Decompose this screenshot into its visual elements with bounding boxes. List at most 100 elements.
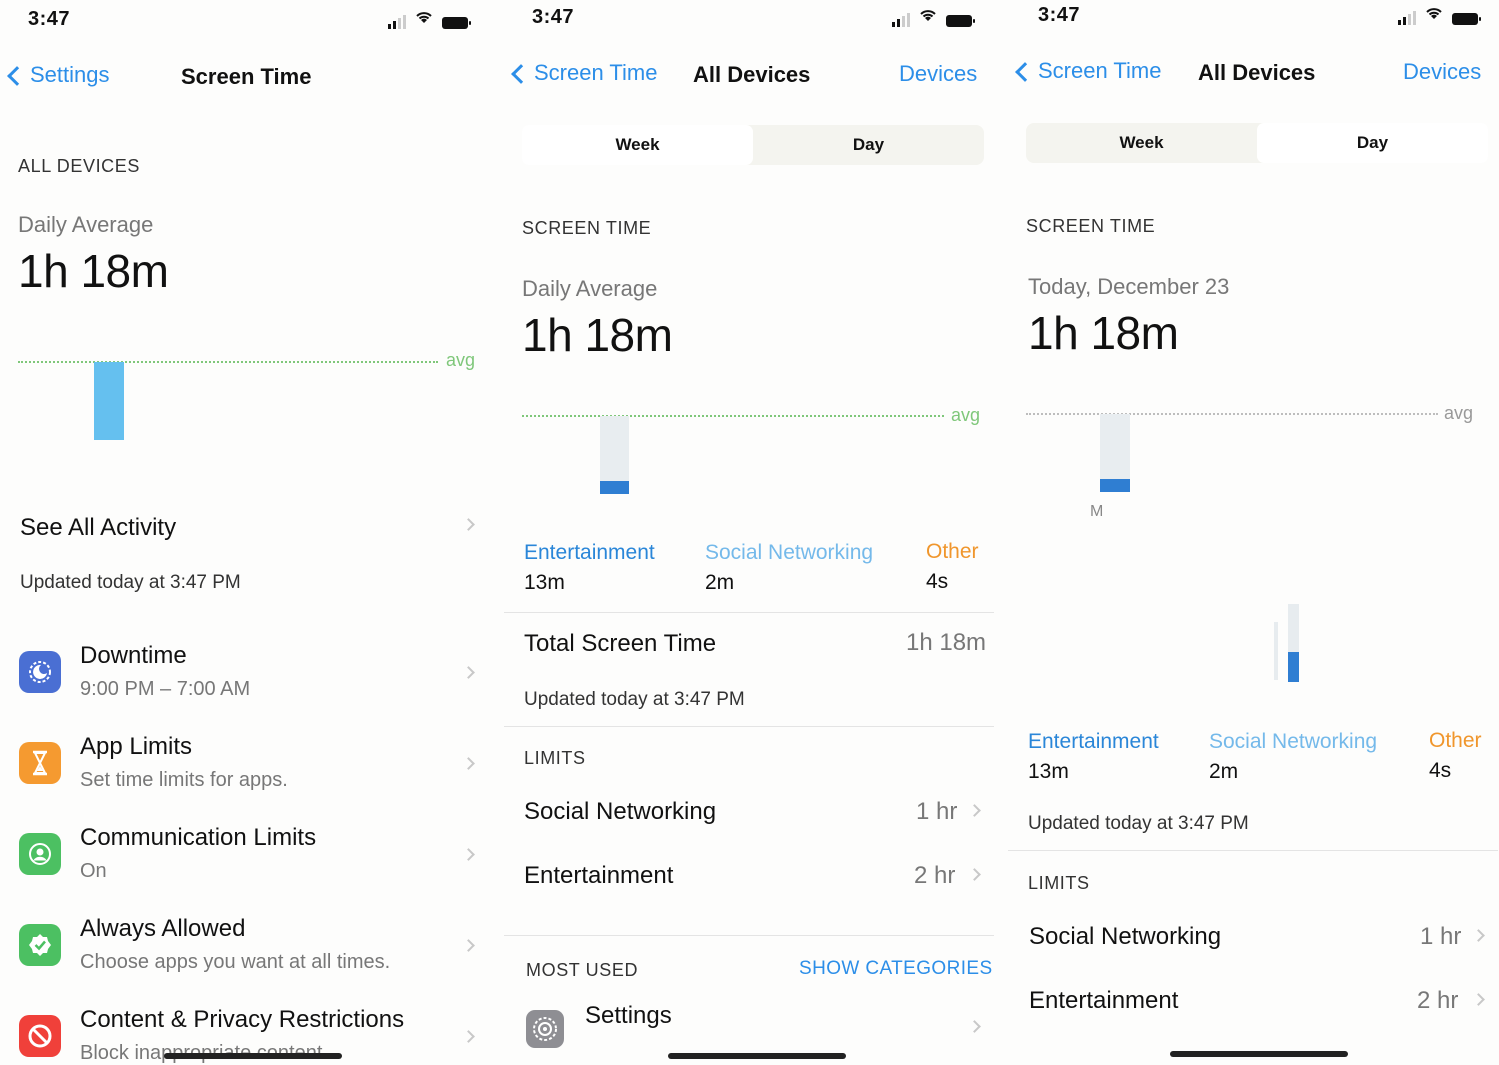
tab-day[interactable]: Day xyxy=(1257,123,1488,163)
status-icons xyxy=(1398,6,1481,25)
average-line xyxy=(1026,413,1438,415)
wifi-icon xyxy=(414,10,434,29)
page-title: All Devices xyxy=(693,62,811,87)
battery-icon xyxy=(442,17,471,29)
hourglass-icon xyxy=(19,742,61,784)
tab-week[interactable]: Week xyxy=(522,125,753,165)
limit-row-entertainment[interactable]: Entertainment 2 hr xyxy=(1008,977,1498,1027)
period-segmented-control: Week Day xyxy=(1026,123,1488,163)
daily-value: 1h 18m xyxy=(1028,307,1179,359)
page-title: All Devices xyxy=(1198,60,1316,85)
category-entertainment-label: Entertainment xyxy=(524,541,655,564)
category-other-label: Other xyxy=(926,540,979,563)
chevron-left-icon xyxy=(7,66,27,86)
devices-button[interactable]: Devices xyxy=(1403,59,1481,85)
back-label: Settings xyxy=(30,62,110,87)
downtime-row[interactable]: Downtime 9:00 PM – 7:00 AM xyxy=(0,636,490,716)
limit-name: Social Networking xyxy=(524,798,717,825)
chevron-right-icon xyxy=(968,1020,981,1033)
screen-time-overview: 3:47 Settings Screen Time ALL DEVICES Da… xyxy=(0,0,490,1065)
wifi-icon xyxy=(918,8,938,27)
back-button[interactable]: Screen Time xyxy=(1015,58,1162,84)
divider xyxy=(1008,850,1498,851)
status-time: 3:47 xyxy=(28,8,71,30)
category-social-label: Social Networking xyxy=(1209,730,1378,753)
status-icons xyxy=(388,10,471,29)
limit-value: 2 hr xyxy=(914,862,956,889)
devices-button[interactable]: Devices xyxy=(899,61,977,87)
category-social-value: 2m xyxy=(1209,760,1239,783)
status-time: 3:47 xyxy=(1038,4,1081,26)
chevron-right-icon xyxy=(462,939,475,952)
battery-icon xyxy=(946,15,975,27)
see-all-activity[interactable]: See All Activity xyxy=(20,514,176,542)
back-button[interactable]: Settings xyxy=(7,62,110,88)
chevron-right-icon xyxy=(968,804,981,817)
daily-average-label: Daily Average xyxy=(522,276,658,301)
always-allowed-title: Always Allowed xyxy=(80,915,246,942)
show-categories-button[interactable]: SHOW CATEGORIES xyxy=(799,958,993,980)
daily-average-value: 1h 18m xyxy=(522,309,673,361)
always-allowed-subtitle: Choose apps you want at all times. xyxy=(80,951,391,973)
back-label: Screen Time xyxy=(534,60,658,85)
divider xyxy=(504,726,994,727)
all-devices-day: 3:47 Screen Time All Devices Devices Wee… xyxy=(1008,0,1498,1065)
restriction-icon xyxy=(19,1015,61,1057)
app-limits-title: App Limits xyxy=(80,733,193,760)
downtime-icon xyxy=(19,651,61,693)
tab-week[interactable]: Week xyxy=(1026,123,1257,163)
limit-row-entertainment[interactable]: Entertainment 2 hr xyxy=(504,852,994,902)
category-social-value: 2m xyxy=(705,571,735,594)
tab-day[interactable]: Day xyxy=(753,125,984,165)
divider xyxy=(504,935,994,936)
home-indicator[interactable] xyxy=(164,1053,342,1059)
back-button[interactable]: Screen Time xyxy=(511,60,658,86)
chevron-right-icon xyxy=(462,1030,475,1043)
page-title: Screen Time xyxy=(181,64,312,89)
communication-limits-row[interactable]: Communication Limits On xyxy=(0,818,490,898)
hour-bar xyxy=(1274,622,1278,680)
app-limits-subtitle: Set time limits for apps. xyxy=(80,769,288,791)
most-used-header: MOST USED xyxy=(526,960,639,980)
downtime-subtitle: 9:00 PM – 7:00 AM xyxy=(80,678,251,700)
all-devices-week: 3:47 Screen Time All Devices Devices Wee… xyxy=(504,0,994,1065)
home-indicator[interactable] xyxy=(668,1053,846,1059)
section-header: SCREEN TIME xyxy=(522,218,652,238)
usage-bar xyxy=(94,362,124,440)
limit-row-social[interactable]: Social Networking 1 hr xyxy=(504,788,994,838)
category-other-label: Other xyxy=(1429,729,1482,752)
gear-icon xyxy=(526,1010,564,1048)
category-other-value: 4s xyxy=(926,570,949,593)
entertainment-segment xyxy=(600,481,629,494)
avg-label: avg xyxy=(951,405,981,425)
app-limits-row[interactable]: App Limits Set time limits for apps. xyxy=(0,727,490,807)
chevron-right-icon xyxy=(462,848,475,861)
period-segmented-control: Week Day xyxy=(522,125,984,165)
wifi-icon xyxy=(1424,6,1444,25)
limit-value: 1 hr xyxy=(1420,923,1462,950)
average-line xyxy=(522,415,944,417)
category-entertainment-value: 13m xyxy=(524,571,565,594)
always-allowed-row[interactable]: Always Allowed Choose apps you want at a… xyxy=(0,909,490,989)
chevron-left-icon xyxy=(511,64,531,84)
category-social-label: Social Networking xyxy=(705,541,874,564)
status-icons xyxy=(892,8,975,27)
daily-average-label: Daily Average xyxy=(18,212,154,237)
chevron-right-icon xyxy=(1472,993,1485,1006)
date-label: Today, December 23 xyxy=(1028,274,1230,299)
most-used-row-settings[interactable]: Settings xyxy=(504,996,994,1056)
category-other-value: 4s xyxy=(1429,759,1452,782)
limit-name: Entertainment xyxy=(1029,987,1179,1014)
limit-value: 1 hr xyxy=(916,798,958,825)
chevron-right-icon xyxy=(462,666,475,679)
content-privacy-title: Content & Privacy Restrictions xyxy=(80,1006,405,1033)
chevron-right-icon xyxy=(462,757,475,770)
communication-limits-subtitle: On xyxy=(80,860,107,882)
limits-header: LIMITS xyxy=(524,748,586,768)
home-indicator[interactable] xyxy=(1170,1051,1348,1057)
chevron-right-icon xyxy=(462,518,475,531)
limit-name: Social Networking xyxy=(1029,923,1222,950)
category-entertainment-label: Entertainment xyxy=(1028,730,1159,753)
total-screen-time-label: Total Screen Time xyxy=(524,630,717,657)
limit-row-social[interactable]: Social Networking 1 hr xyxy=(1008,913,1498,963)
